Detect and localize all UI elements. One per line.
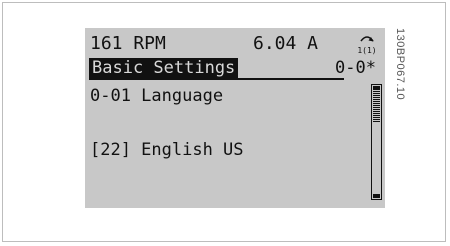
icon-caption: 1(1) <box>357 46 376 55</box>
motor-rotation-icon: 1(1) <box>357 32 377 56</box>
figure-reference-text: 130BP067.10 <box>394 28 406 101</box>
scrollbar-thumb[interactable] <box>373 91 380 122</box>
scrollbar-bottom-cap <box>373 194 380 198</box>
parameter-name[interactable]: 0-01 Language <box>90 86 223 106</box>
current-readout: 6.04 A <box>253 33 319 54</box>
menu-header[interactable]: Basic Settings 0-0* <box>89 58 381 80</box>
menu-code: 0-0* <box>335 58 376 78</box>
figure-reference-code: 130BP067.10 <box>392 28 406 138</box>
motor-rotation-icon-graphic: 1(1) <box>357 36 377 55</box>
scrollbar-top-cap <box>373 86 380 90</box>
menu-title: Basic Settings <box>89 58 239 78</box>
scrollbar[interactable] <box>371 84 382 200</box>
menu-underline <box>89 78 344 80</box>
speed-readout: 161 RPM <box>90 33 166 54</box>
lcd-display: 161 RPM 6.04 A 1(1) Basic Settings 0-0* … <box>85 28 385 208</box>
parameter-value[interactable]: [22] English US <box>90 140 244 160</box>
